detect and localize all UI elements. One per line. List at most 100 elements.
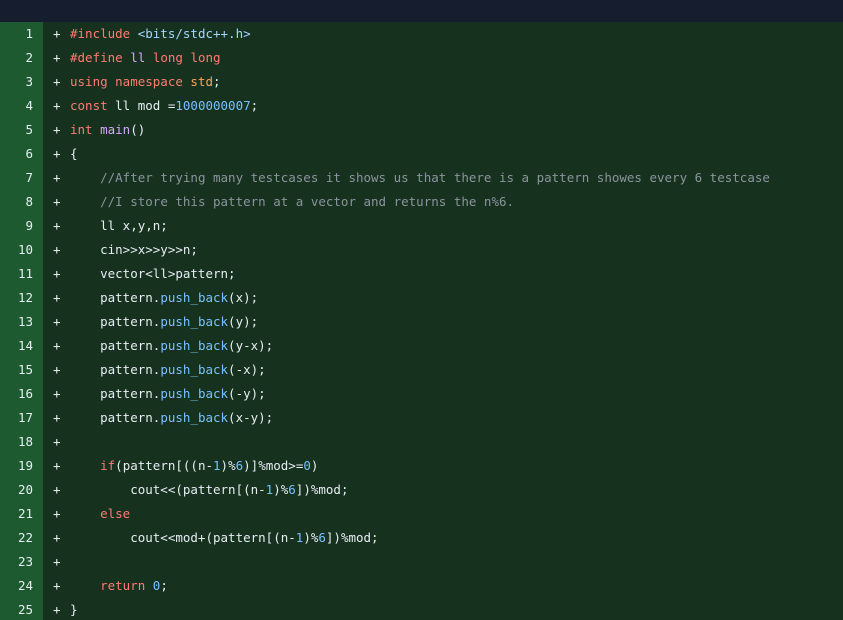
- diff-line: 1 + #include <bits/stdc++.h>: [0, 22, 843, 46]
- added-line-marker: +: [53, 266, 61, 281]
- added-line-marker: +: [53, 194, 61, 209]
- code-token: )%: [303, 530, 319, 545]
- diff-line: 12 + pattern.push_back(x);: [0, 286, 843, 310]
- diff-line: 23 +: [0, 550, 843, 574]
- line-number: 15: [0, 358, 43, 382]
- added-line-marker: +: [53, 74, 61, 89]
- added-line-marker: +: [53, 602, 61, 617]
- diff-line: 24 + return 0;: [0, 574, 843, 598]
- code-token: vector<ll>pattern;: [70, 266, 236, 281]
- diff-line: 19 + if(pattern[((n-1)%6)]%mod>=0): [0, 454, 843, 478]
- line-number: 17: [0, 406, 43, 430]
- line-number: 16: [0, 382, 43, 406]
- diff-line: 10 + cin>>x>>y>>n;: [0, 238, 843, 262]
- code-token: push_back: [160, 386, 229, 401]
- line-number: 6: [0, 142, 43, 166]
- line-number: 24: [0, 574, 43, 598]
- code-token: else: [100, 506, 131, 521]
- code-content: + //After trying many testcases it shows…: [43, 166, 843, 190]
- code-token: ])%mod;: [295, 482, 349, 497]
- code-token: ;: [160, 578, 168, 593]
- code-token: push_back: [160, 410, 229, 425]
- code-content: + vector<ll>pattern;: [43, 262, 843, 286]
- code-token: cin>>x>>y>>n;: [70, 242, 198, 257]
- added-line-marker: +: [53, 98, 61, 113]
- line-number: 7: [0, 166, 43, 190]
- line-number: 14: [0, 334, 43, 358]
- code-content: +{: [43, 142, 843, 166]
- code-content: + pattern.push_back(-x);: [43, 358, 843, 382]
- code-token: ;: [250, 98, 259, 113]
- diff-view: 1 + #include <bits/stdc++.h> 2 + #define ll l…: [0, 22, 843, 620]
- added-line-marker: +: [53, 50, 61, 65]
- code-token: (x-y);: [228, 410, 274, 425]
- code-token: pattern.: [70, 314, 161, 329]
- added-line-marker: +: [53, 338, 61, 353]
- code-token: push_back: [160, 362, 229, 377]
- code-content: +}: [43, 598, 843, 620]
- code-token: main: [100, 122, 131, 137]
- code-token: (-y);: [228, 386, 266, 401]
- added-line-marker: +: [53, 458, 61, 473]
- code-token: if: [100, 458, 116, 473]
- added-line-marker: +: [53, 314, 61, 329]
- line-number: 1: [0, 22, 43, 46]
- code-token: pattern.: [70, 410, 161, 425]
- line-number: 20: [0, 478, 43, 502]
- added-line-marker: +: [53, 386, 61, 401]
- diff-line: 2 + #define ll long long: [0, 46, 843, 70]
- code-token: long long: [152, 50, 221, 65]
- line-number: 13: [0, 310, 43, 334]
- code-token: 1: [213, 458, 221, 473]
- code-token: std: [190, 74, 213, 89]
- code-token: ll: [130, 50, 146, 65]
- code-content: +: [43, 550, 843, 574]
- code-token: 1000000007: [175, 98, 251, 113]
- code-token: )%: [220, 458, 236, 473]
- code-content: + else: [43, 502, 843, 526]
- code-token: #include: [70, 26, 138, 41]
- line-number: 10: [0, 238, 43, 262]
- top-bar: [0, 0, 843, 22]
- code-token: cout<<(pattern[(n-: [70, 482, 266, 497]
- added-line-marker: +: [53, 26, 61, 41]
- diff-line: 15 + pattern.push_back(-x);: [0, 358, 843, 382]
- line-number: 18: [0, 430, 43, 454]
- code-token: ): [310, 458, 319, 473]
- code-token: 6: [318, 530, 326, 545]
- code-content: + const ll mod =1000000007;: [43, 94, 843, 118]
- line-number: 5: [0, 118, 43, 142]
- diff-line: 4 + const ll mod =1000000007;: [0, 94, 843, 118]
- diff-line: 16 + pattern.push_back(-y);: [0, 382, 843, 406]
- code-content: + pattern.push_back(y);: [43, 310, 843, 334]
- diff-line: 14 + pattern.push_back(y-x);: [0, 334, 843, 358]
- code-content: + pattern.push_back(-y);: [43, 382, 843, 406]
- added-line-marker: +: [53, 170, 61, 185]
- code-token: (): [130, 122, 146, 137]
- code-token: 6: [288, 482, 296, 497]
- code-token: pattern.: [70, 362, 161, 377]
- code-token: {: [70, 146, 78, 161]
- code-token: (y);: [228, 314, 259, 329]
- code-content: + #include <bits/stdc++.h>: [43, 22, 843, 46]
- code-content: + pattern.push_back(y-x);: [43, 334, 843, 358]
- code-token: //After trying many testcases it shows u…: [100, 170, 770, 185]
- diff-line: 3 + using namespace std;: [0, 70, 843, 94]
- line-number: 23: [0, 550, 43, 574]
- diff-line: 7 + //After trying many testcases it show…: [0, 166, 843, 190]
- code-token: const: [70, 98, 116, 113]
- line-number: 21: [0, 502, 43, 526]
- added-line-marker: +: [53, 290, 61, 305]
- code-token: #define: [70, 50, 131, 65]
- diff-line: 20 + cout<<(pattern[(n-1)%6])%mod;: [0, 478, 843, 502]
- code-content: + int main(): [43, 118, 843, 142]
- code-token: pattern.: [70, 290, 161, 305]
- code-token: (-x);: [228, 362, 266, 377]
- code-token: ll x,y,n;: [70, 218, 168, 233]
- code-content: + //I store this pattern at a vector and…: [43, 190, 843, 214]
